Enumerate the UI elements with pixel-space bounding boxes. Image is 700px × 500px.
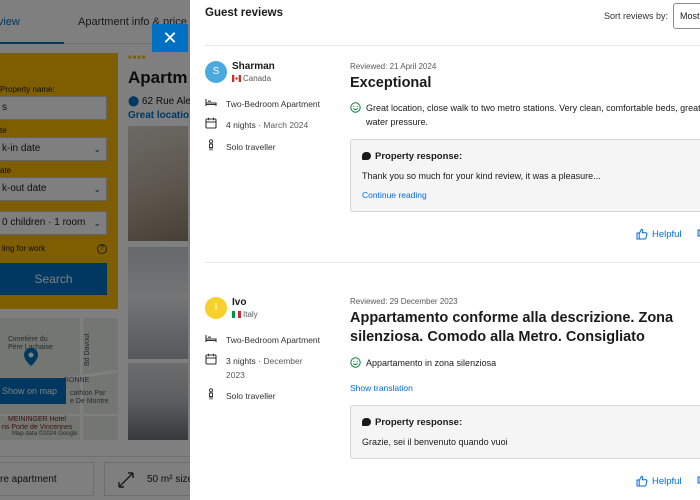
property-response: Property response: Thank you so much for… — [350, 139, 700, 212]
thumbs-up-icon — [636, 475, 648, 487]
property-response-title: Property response: — [362, 151, 462, 162]
bed-icon — [205, 335, 217, 342]
speech-bubble-icon — [362, 418, 371, 426]
review-title: Exceptional — [350, 75, 432, 91]
avatar: I — [205, 297, 227, 319]
reviewer-country: Italy — [232, 310, 258, 319]
review-date: Reviewed: 21 April 2024 — [350, 62, 437, 71]
divider — [205, 45, 700, 46]
italy-flag-icon — [232, 311, 241, 318]
helpful-label: Helpful — [652, 229, 682, 240]
close-icon[interactable]: ✕ — [152, 24, 188, 52]
smiley-icon — [350, 102, 361, 113]
panel-title: Guest reviews — [205, 7, 283, 19]
canada-flag-icon — [232, 75, 241, 82]
property-response: Property response: Grazie, sei il benven… — [350, 405, 700, 459]
calendar-icon — [205, 117, 217, 129]
reviewer-country: Canada — [232, 74, 271, 83]
reviewer-name: Ivo — [232, 297, 247, 308]
property-response-text: Thank you so much for your kind review, … — [362, 171, 601, 181]
helpful-label: Helpful — [652, 476, 682, 487]
property-response-title: Property response: — [362, 417, 462, 428]
bed-icon — [205, 99, 217, 106]
smiley-icon — [350, 357, 361, 368]
modal-overlay[interactable] — [0, 0, 190, 500]
divider — [205, 262, 700, 263]
reviewer-name: Sharman — [232, 61, 275, 72]
show-translation-link[interactable]: Show translation — [350, 383, 413, 393]
panel-header: Guest reviews Sort reviews by: Most — [190, 0, 700, 34]
guest-reviews-panel: Guest reviews Sort reviews by: Most S Sh… — [190, 0, 700, 500]
sort-label: Sort reviews by: — [604, 11, 669, 21]
thumbs-up-icon — [636, 228, 648, 240]
speech-bubble-icon — [362, 152, 371, 160]
continue-reading-link[interactable]: Continue reading — [362, 190, 427, 200]
sort-select[interactable]: Most — [673, 3, 700, 29]
review-date: Reviewed: 29 December 2023 — [350, 297, 458, 306]
person-icon — [208, 139, 214, 151]
property-response-text: Grazie, sei il benvenuto quando vuoi — [362, 437, 508, 447]
review-title: Appartamento conforme alla descrizione. … — [350, 310, 674, 345]
person-icon — [208, 388, 214, 400]
avatar: S — [205, 61, 227, 83]
calendar-icon — [205, 353, 217, 365]
